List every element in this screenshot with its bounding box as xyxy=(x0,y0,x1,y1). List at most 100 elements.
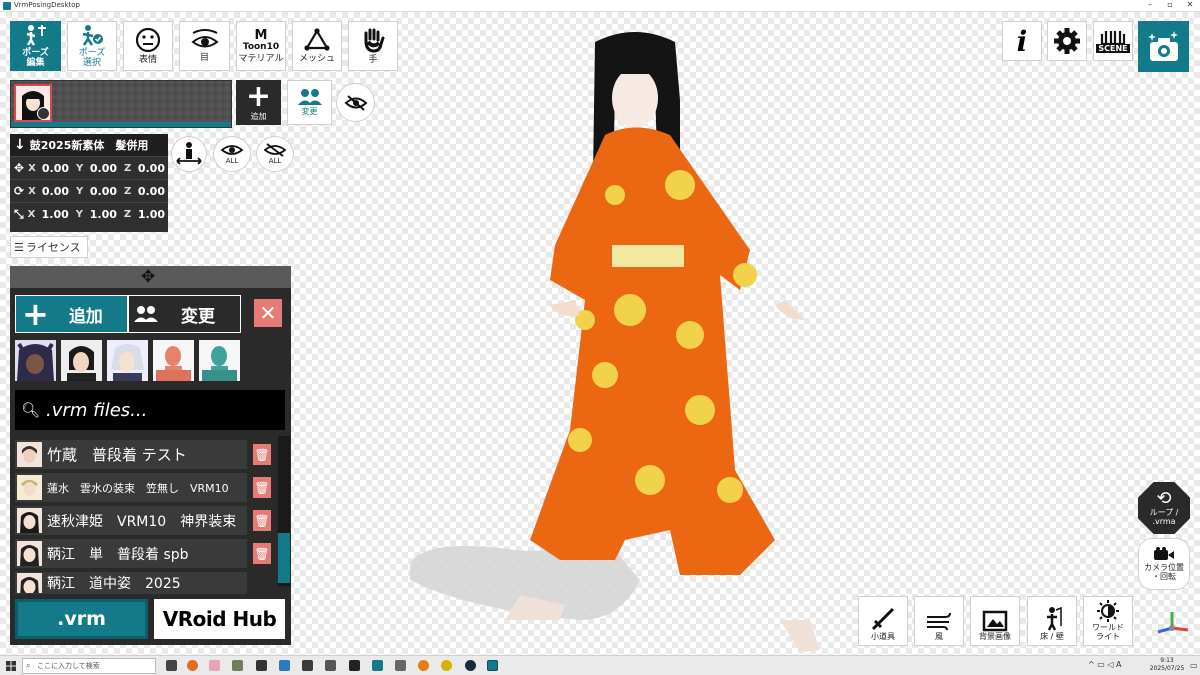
app-icon[interactable] xyxy=(372,660,383,671)
position-y-field[interactable]: 0.00 xyxy=(86,162,117,175)
world-light-button[interactable]: ワールド ライト xyxy=(1083,596,1133,646)
background-image-button[interactable]: 背景画像 xyxy=(970,596,1020,646)
users-icon xyxy=(297,89,322,105)
show-all-button[interactable]: ALL xyxy=(213,136,251,172)
list-item[interactable]: 鞆江 単 普段着 spb 🗑︎ xyxy=(15,539,271,568)
minimize-button[interactable]: – xyxy=(1140,0,1160,9)
tray-icons[interactable]: ^ ▭ ◁ A xyxy=(1088,660,1122,669)
character-face xyxy=(612,68,658,128)
props-button[interactable]: 小道具 xyxy=(858,596,908,646)
list-item[interactable]: 速秋津姫 VRM10 神界装束 🗑︎ xyxy=(15,506,271,535)
model-thumbnail[interactable] xyxy=(14,84,52,122)
notification-icon[interactable]: ▭ xyxy=(1190,661,1198,670)
screenshot-button[interactable] xyxy=(1138,21,1189,72)
list-item-label: 鞆江 単 普段着 spb xyxy=(47,546,189,563)
delete-button[interactable]: 🗑︎ xyxy=(253,444,271,465)
wind-button[interactable]: 風 xyxy=(914,596,964,646)
taskbar: ⌕ ここに入力して検索 ^ ▭ ◁ A 9:13 2025/07/25 ▭ xyxy=(0,655,1200,675)
vrmposing-icon[interactable] xyxy=(487,660,498,671)
taskbar-time: 9:13 xyxy=(1160,657,1174,664)
list-scrollbar[interactable] xyxy=(278,436,290,586)
add-model-button[interactable]: + 追加 xyxy=(236,80,281,125)
search-input[interactable]: 🔍︎ .vrm files... xyxy=(15,390,285,430)
scene-button[interactable]: SCENE xyxy=(1093,21,1133,61)
preset-avatar-2[interactable] xyxy=(61,340,102,381)
scale-y-field[interactable]: 1.00 xyxy=(86,208,117,221)
list-add-button[interactable]: + 追加 xyxy=(15,295,128,333)
scrollbar-thumb[interactable] xyxy=(278,533,290,583)
steam-icon[interactable] xyxy=(465,660,476,671)
scale-x-field[interactable]: 1.00 xyxy=(37,208,69,221)
preset-avatar-1[interactable] xyxy=(15,340,56,381)
scale-z-field[interactable]: 1.00 xyxy=(134,208,165,221)
settings-button[interactable] xyxy=(1047,21,1087,61)
eye-button[interactable]: 目 xyxy=(179,21,230,71)
model-slot[interactable] xyxy=(10,80,232,128)
app-icon[interactable] xyxy=(302,660,313,671)
material-button[interactable]: M Toon10 マテリアル xyxy=(236,21,286,71)
floor-wall-label: 床 / 壁 xyxy=(1040,632,1064,641)
app-icon[interactable] xyxy=(232,660,243,671)
info-button[interactable]: i xyxy=(1002,21,1042,61)
blender-icon[interactable] xyxy=(418,660,429,671)
hide-all-button[interactable]: ALL xyxy=(256,136,294,172)
vrm-file-label: .vrm xyxy=(57,608,106,630)
taskbar-date: 2025/07/25 xyxy=(1149,665,1185,672)
position-z-field[interactable]: 0.00 xyxy=(134,162,165,175)
pose-select-button[interactable]: ポーズ 選択 xyxy=(67,21,117,71)
floor-wall-icon xyxy=(1047,606,1062,631)
floor-wall-button[interactable]: 床 / 壁 xyxy=(1027,596,1077,646)
firefox-icon[interactable] xyxy=(187,660,198,671)
expression-button[interactable]: 表情 xyxy=(123,21,173,71)
position-x-field[interactable]: 0.00 xyxy=(38,162,69,175)
mesh-button[interactable]: メッシュ xyxy=(292,21,342,71)
avatar xyxy=(17,442,42,467)
panel-drag-handle[interactable]: ✥ xyxy=(10,266,291,288)
app-icon[interactable] xyxy=(395,660,406,671)
arrow-down-icon[interactable]: ↓ xyxy=(14,137,26,153)
windows-start-icon[interactable] xyxy=(6,661,16,671)
visibility-badge-icon[interactable] xyxy=(37,107,50,120)
list-item[interactable]: 鞆江 道中姿 2025 🗑︎ xyxy=(15,572,247,594)
maximize-button[interactable]: ▫ xyxy=(1160,0,1180,9)
license-button[interactable]: ☰ ライセンス xyxy=(10,236,88,258)
app-icon[interactable] xyxy=(209,660,220,671)
delete-button[interactable]: 🗑︎ xyxy=(253,510,271,531)
list-change-label: 変更 xyxy=(181,306,215,327)
taskbar-search-input[interactable]: ⌕ ここに入力して検索 xyxy=(22,658,156,674)
list-item[interactable]: 竹蔵 普段着 テスト 🗑︎ xyxy=(15,440,271,469)
change-model-button[interactable]: 変更 xyxy=(287,80,332,125)
rotation-z-field[interactable]: 0.00 xyxy=(134,185,165,198)
vrm-file-button[interactable]: .vrm xyxy=(15,599,148,639)
camera-position-button[interactable]: カメラ位置 ・回転 xyxy=(1138,538,1190,590)
vroid-hub-button[interactable]: VRoid Hub xyxy=(154,599,285,639)
list-item[interactable]: 蓮水 雲水の装束 笠無し VRM10 🗑︎ xyxy=(15,473,271,502)
delete-button[interactable]: 🗑︎ xyxy=(253,477,271,498)
transform-panel: ↓ 鼓2025新素体 髮併用 ✥ X 0.00 Y 0.00 Z 0.00 ⟳ X 0.… xyxy=(10,134,168,232)
preset-avatar-4[interactable] xyxy=(153,340,194,381)
character-viewport[interactable] xyxy=(380,20,850,660)
vscode-icon[interactable] xyxy=(279,660,290,671)
users-icon xyxy=(134,306,158,322)
task-view-icon[interactable] xyxy=(166,660,177,671)
unity-icon[interactable] xyxy=(349,660,360,671)
window-title: VrmPosingDesktop xyxy=(14,1,80,9)
close-window-button[interactable]: ✕ xyxy=(1180,0,1200,9)
delete-button[interactable]: 🗑︎ xyxy=(253,543,271,564)
list-change-button[interactable]: 変更 xyxy=(128,295,241,333)
unity-icon[interactable] xyxy=(325,660,336,671)
hide-model-button[interactable] xyxy=(336,83,375,122)
rotation-x-field[interactable]: 0.00 xyxy=(38,185,69,198)
close-panel-button[interactable]: ✕ xyxy=(254,299,282,327)
preset-avatar-3[interactable] xyxy=(107,340,148,381)
loop-icon: ⟲ xyxy=(1156,488,1172,509)
preset-avatar-5[interactable] xyxy=(199,340,240,381)
loop-vrma-button[interactable]: ⟲ ループ / .vrma xyxy=(1138,482,1190,534)
axis-gizmo[interactable] xyxy=(1150,608,1194,648)
pose-edit-button[interactable]: ポーズ 編集 xyxy=(10,21,61,71)
taskbar-search-placeholder: ここに入力して検索 xyxy=(37,662,100,670)
rotation-y-field[interactable]: 0.00 xyxy=(86,185,117,198)
t-pose-button[interactable] xyxy=(171,136,207,172)
app-icon[interactable] xyxy=(256,660,267,671)
app-icon[interactable] xyxy=(441,660,452,671)
